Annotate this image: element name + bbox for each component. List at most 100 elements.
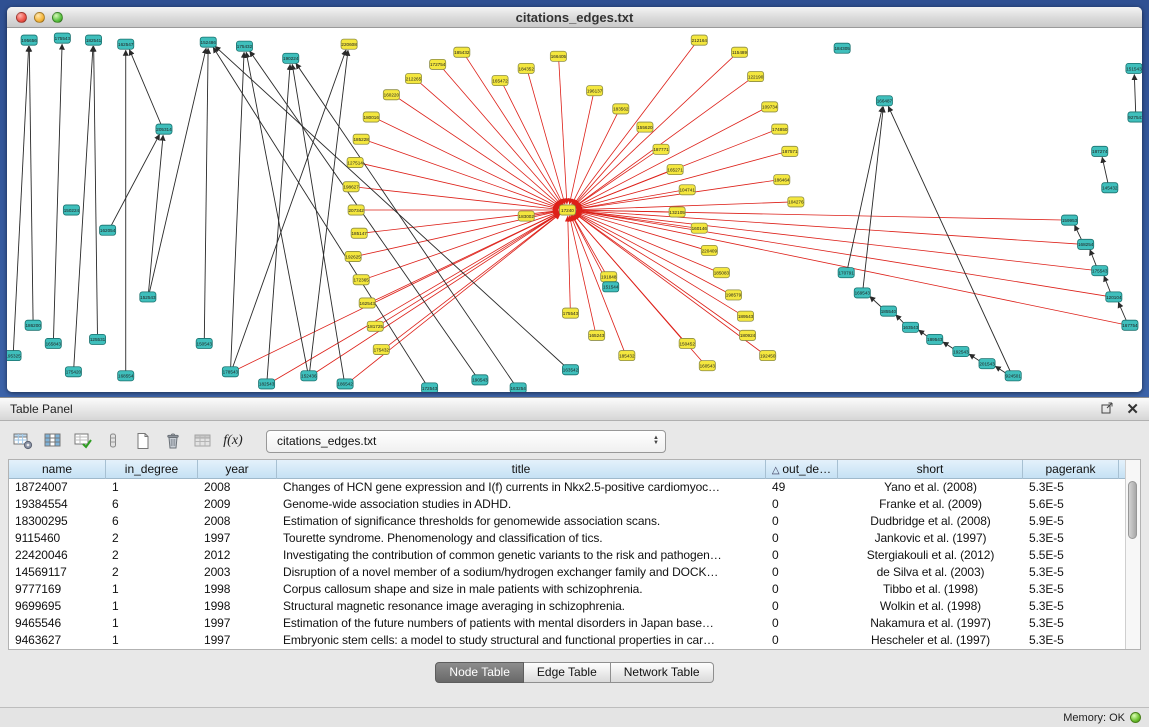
graph-edge[interactable] [574, 131, 640, 206]
row-tools-button[interactable] [100, 429, 126, 453]
graph-node[interactable]: 192625 [345, 251, 361, 261]
graph-node[interactable]: 181725 [367, 321, 383, 331]
graph-edge[interactable] [1102, 157, 1108, 183]
graph-node[interactable]: 160220 [383, 90, 399, 100]
cell-year[interactable]: 2003 [198, 564, 277, 581]
column-header-short[interactable]: short [838, 460, 1023, 479]
graph-edge[interactable] [231, 52, 244, 366]
graph-node[interactable]: 152436 [301, 371, 317, 381]
column-header-year[interactable]: year [198, 460, 277, 479]
graph-node[interactable]: 172365 [353, 275, 369, 285]
cell-short[interactable]: de Silva et al. (2003) [838, 564, 1023, 581]
graph-node[interactable]: 115489 [731, 47, 747, 57]
graph-node[interactable]: 174850 [772, 124, 788, 134]
table-row[interactable]: 911546021997Tourette syndrome. Phenomeno… [9, 530, 1140, 547]
table-select-dropdown[interactable]: citations_edges.txt ▲ ▼ [266, 430, 666, 453]
graph-node[interactable]: 207342 [348, 205, 364, 215]
graph-node[interactable]: 175432 [236, 41, 252, 51]
cell-in_degree[interactable]: 2 [106, 530, 198, 547]
cell-out_de[interactable]: 0 [766, 632, 838, 649]
graph-edge[interactable] [574, 56, 734, 206]
cell-name[interactable]: 9777169 [9, 581, 106, 598]
graph-node[interactable]: 175432 [373, 344, 389, 354]
graph-node[interactable]: 187274 [1092, 146, 1108, 156]
graph-node[interactable]: 151544 [603, 282, 619, 292]
close-window-button[interactable] [16, 12, 27, 23]
graph-node[interactable]: 160543 [699, 361, 715, 371]
new-table-button[interactable] [130, 429, 156, 453]
graph-node[interactable]: 166487 [876, 96, 892, 106]
cell-short[interactable]: Wolkin et al. (1998) [838, 598, 1023, 615]
graph-edge[interactable] [129, 50, 161, 125]
graph-node[interactable]: 127514 [347, 157, 363, 167]
cell-in_degree[interactable]: 1 [106, 479, 198, 496]
tab-node-table[interactable]: Node Table [435, 662, 524, 683]
cell-year[interactable]: 2008 [198, 479, 277, 496]
graph-node[interactable]: 172543 [422, 383, 438, 392]
cell-pagerank[interactable]: 5.6E-5 [1023, 496, 1119, 513]
table-row[interactable]: 946362711997Embryonic stem cells: a mode… [9, 632, 1140, 649]
graph-edge[interactable] [568, 216, 571, 308]
graph-node[interactable]: 212164 [691, 35, 707, 45]
graph-node[interactable]: 178543 [222, 367, 238, 377]
graph-edge[interactable] [1118, 302, 1126, 321]
graph-node[interactable]: 924501 [1005, 371, 1021, 381]
cell-out_de[interactable]: 0 [766, 564, 838, 581]
cell-out_de[interactable]: 49 [766, 479, 838, 496]
cell-title[interactable]: Corpus callosum shape and size in male p… [277, 581, 766, 598]
tab-edge-table[interactable]: Edge Table [524, 662, 611, 683]
cell-short[interactable]: Jankovic et al. (1997) [838, 530, 1023, 547]
graph-node[interactable]: 165843 [45, 338, 61, 348]
graph-node[interactable]: 155620 [637, 122, 653, 132]
graph-node[interactable]: 145432 [1102, 183, 1118, 193]
graph-node[interactable]: 150224 [63, 205, 79, 215]
tab-network-table[interactable]: Network Table [611, 662, 714, 683]
cell-short[interactable]: Hescheler et al. (1997) [838, 632, 1023, 649]
cell-name[interactable]: 9465546 [9, 615, 106, 632]
graph-node[interactable]: 192450 [760, 351, 776, 361]
cell-name[interactable]: 14569117 [9, 564, 106, 581]
graph-node[interactable]: 198579 [725, 290, 741, 300]
cell-short[interactable]: Stergiakouli et al. (2012) [838, 547, 1023, 564]
table-row[interactable]: 2242004622012Investigating the contribut… [9, 547, 1140, 564]
cell-out_de[interactable]: 0 [766, 598, 838, 615]
column-header-pagerank[interactable]: pagerank [1023, 460, 1119, 479]
graph-node[interactable]: 180924 [740, 330, 756, 340]
graph-node[interactable]: 189543 [738, 311, 754, 321]
graph-node[interactable]: 175543 [562, 308, 578, 318]
minimize-window-button[interactable] [34, 12, 45, 23]
graph-edge[interactable] [150, 48, 207, 292]
graph-node[interactable]: 165472 [492, 76, 508, 86]
graph-edge[interactable] [576, 211, 1106, 296]
cell-name[interactable]: 18724007 [9, 479, 106, 496]
cell-title[interactable]: Estimation of significance thresholds fo… [277, 513, 766, 530]
graph-node[interactable]: 185540 [880, 306, 896, 316]
graph-node[interactable]: 220608 [341, 39, 357, 49]
graph-node[interactable]: 152486 [200, 37, 216, 47]
table-row[interactable]: 1830029562008Estimation of significance … [9, 513, 1140, 530]
cell-name[interactable]: 9115460 [9, 530, 106, 547]
graph-edge[interactable] [466, 56, 563, 205]
graph-edge[interactable] [296, 63, 514, 383]
cell-title[interactable]: Embryonic stem cells: a model to study s… [277, 632, 766, 649]
cell-year[interactable]: 2012 [198, 547, 277, 564]
cell-in_degree[interactable]: 2 [106, 564, 198, 581]
graph-node[interactable]: 165271 [667, 165, 683, 175]
cell-in_degree[interactable]: 2 [106, 547, 198, 564]
graph-edge[interactable] [575, 152, 655, 207]
graph-node[interactable]: 172754 [430, 59, 446, 69]
cell-title[interactable]: Genome-wide association studies in ADHD. [277, 496, 766, 513]
graph-edge[interactable] [237, 213, 560, 370]
close-panel-icon[interactable]: ✕ [1126, 402, 1139, 417]
cell-out_de[interactable]: 0 [766, 547, 838, 564]
graph-node[interactable]: 184352 [518, 63, 534, 73]
table-row[interactable]: 946554611997Estimation of the future num… [9, 615, 1140, 632]
cell-name[interactable]: 9463627 [9, 632, 106, 649]
graph-node[interactable]: 125531 [90, 334, 106, 344]
graph-edge[interactable] [863, 107, 883, 288]
graph-edge[interactable] [387, 214, 560, 347]
graph-edge[interactable] [576, 153, 783, 209]
table-row[interactable]: 977716911998Corpus callosum shape and si… [9, 581, 1140, 598]
graph-node[interactable]: 170791 [838, 268, 854, 278]
graph-node[interactable]: 183002 [518, 211, 534, 221]
